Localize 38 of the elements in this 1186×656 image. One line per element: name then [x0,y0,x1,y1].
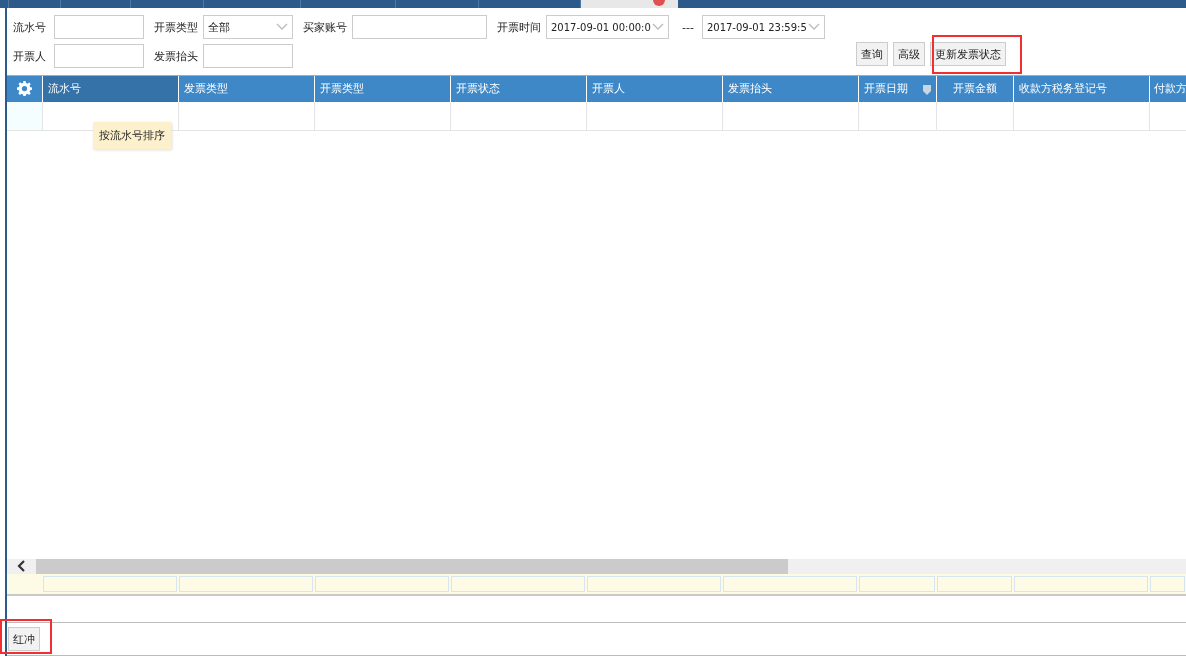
button[interactable]: 查询 [856,42,888,66]
button[interactable]: 红冲 [8,627,40,652]
column-header[interactable]: 开票状态 [450,75,586,102]
settings-icon[interactable] [17,81,32,96]
field-label: 买家账号 [303,19,348,35]
column-header[interactable]: 开票日期 [858,75,936,102]
button[interactable]: 更新发票状态 [930,42,1006,66]
dropdown[interactable]: 全部 [203,15,293,39]
column-header[interactable]: 开票人 [586,75,722,102]
button[interactable]: 高级 [893,42,925,66]
field-label: 流水号 [13,19,47,35]
filter-icon[interactable] [923,84,931,95]
horizontal-scrollbar[interactable] [7,558,1186,574]
input-field[interactable] [54,44,144,68]
chevron-down-icon[interactable] [652,23,664,31]
tooltip: 按流水号排序 [93,121,171,149]
field-label: 开票时间 [497,19,542,35]
chevron-down-icon[interactable] [276,23,288,31]
column-header[interactable]: 收款方税务登记号 [1013,75,1149,102]
column-header[interactable]: 发票抬头 [722,75,858,102]
column-header[interactable]: 流水号 [42,75,178,102]
column-header[interactable]: 发票类型 [178,75,314,102]
range-separator: --- [682,20,694,34]
input-field[interactable] [352,15,487,39]
column-header[interactable]: 付款方 [1149,75,1186,102]
chevron-down-icon[interactable] [807,23,820,31]
input-field[interactable] [203,44,293,68]
summary-cell [1150,575,1185,592]
column-header[interactable]: 开票类型 [314,75,450,102]
date-field[interactable]: 2017-09-01 23:59:5 [701,15,825,39]
table-cell [7,101,42,130]
field-label: 开票人 [13,48,47,64]
field-label: 开票类型 [154,19,199,35]
column-header[interactable]: 开票金额 [936,75,1013,102]
tab[interactable] [580,0,678,8]
date-field[interactable]: 2017-09-01 00:00:0 [546,15,669,39]
input-field[interactable] [54,15,144,39]
field-label: 发票抬头 [154,48,199,64]
